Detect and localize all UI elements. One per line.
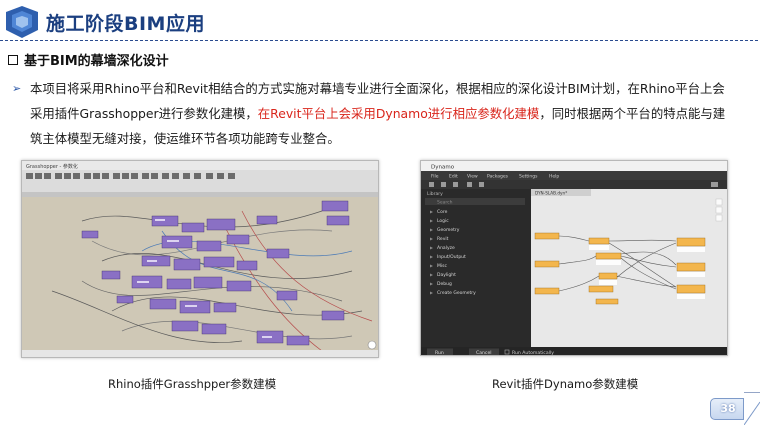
dynamo-window: Dynamo File Edit View Packages Settings … [421,161,727,356]
menu-help: Help [549,174,559,180]
grasshopper-window-title: Grasshopper - 参数化 [26,163,78,170]
library-item-logic: Logic [437,218,449,224]
grasshopper-caption: Rhino插件Grasshpper参数建模 [108,377,277,391]
section-title-text: 基于BIM的幕墙深化设计 [24,54,169,69]
square-bullet-icon [8,54,18,65]
library-item-core: Core [437,209,448,215]
library-item-analyze: Analyze [437,245,455,251]
library-item-daylight: Daylight [437,272,456,278]
paragraph-highlight: 在Revit平台上会采用Dynamo进行相应参数化建模 [257,106,540,121]
arrow-bullet-icon: ➢ [12,82,22,95]
menu-view: View [467,174,478,180]
library-item-geometry: Geometry [437,227,460,233]
dynamo-window-title: Dynamo [431,165,455,171]
cancel-button-label: Cancel [476,350,492,356]
grasshopper-screenshot: Grasshopper - 参数化 [21,160,379,358]
page-title: 施工阶段BIM应用 [46,13,205,35]
graph-tab: DYN-SLAB.dyn* [535,191,567,196]
run-auto-label: Run Automatically [512,350,554,356]
paragraph-text: 本项目将采用Rhino平台和Revit相结合的方式实施对幕墙专业进行全面深化，根… [30,76,736,151]
corner-decoration-icon [744,392,760,425]
menu-edit: Edit [449,174,458,180]
grasshopper-canvas: Grasshopper - 参数化 [22,161,378,357]
menu-packages: Packages [487,174,509,180]
library-item-misc: Misc [437,263,447,269]
camera-icon [711,182,718,187]
library-item-debug: Debug [437,281,452,287]
search-placeholder: Search [437,200,453,206]
page-number: 38 [720,402,736,415]
page-number-badge: 38 [710,398,744,420]
dynamo-screenshot: Dynamo File Edit View Packages Settings … [420,160,728,356]
library-label: Library [427,191,443,197]
menu-file: File [431,174,439,180]
menu-settings: Settings [519,174,538,180]
dynamo-caption: Revit插件Dynamo参数建模 [492,377,639,391]
run-button-label: Run [435,350,444,356]
library-item-input-output: Input/Output [437,254,466,260]
company-logo-icon [6,6,38,38]
header-divider [0,40,760,41]
library-item-revit: Revit [437,236,449,242]
header: 施工阶段BIM应用 [0,0,760,44]
library-item-create-geometry: Create Geometry [437,290,476,296]
section-heading: 基于BIM的幕墙深化设计 [8,50,169,69]
